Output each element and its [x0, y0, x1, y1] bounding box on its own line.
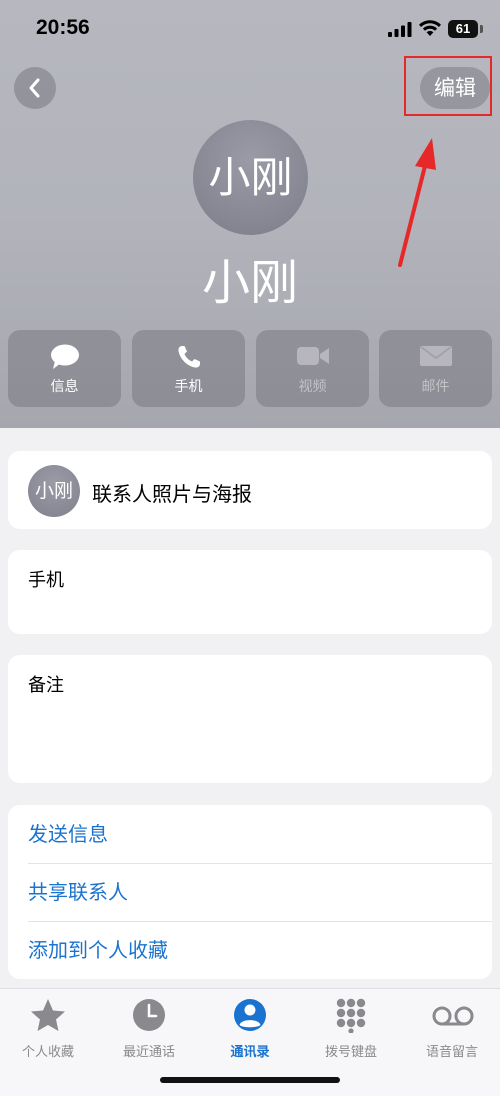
- tab-voicemail-label: 语音留言: [425, 1045, 478, 1060]
- poster-avatar: 小刚: [28, 465, 80, 517]
- contact-avatar: 小刚: [193, 120, 308, 235]
- contact-poster-card[interactable]: 小刚 联系人照片与海报: [8, 451, 492, 529]
- mail-action-button[interactable]: 邮件: [379, 330, 492, 407]
- mail-action-label: 邮件: [421, 379, 450, 395]
- keypad-icon: [336, 998, 366, 1034]
- contact-name: 小刚: [201, 255, 298, 311]
- status-bar: 20:56 61: [0, 0, 500, 60]
- status-time: 20:56: [36, 16, 90, 39]
- add-to-favorites-link[interactable]: 添加到个人收藏: [28, 921, 492, 979]
- video-action-label: 视频: [298, 379, 327, 395]
- phone-field-label: 手机: [28, 570, 64, 591]
- message-action-button[interactable]: 信息: [8, 330, 121, 407]
- star-icon: [31, 999, 65, 1031]
- tab-favorites[interactable]: 个人收藏: [0, 997, 98, 1060]
- tab-keypad[interactable]: 拨号键盘: [301, 997, 401, 1060]
- send-message-link[interactable]: 发送信息: [28, 805, 492, 863]
- envelope-icon: [419, 346, 452, 366]
- notes-field-label: 备注: [28, 675, 64, 696]
- highlight-box-annotation: [404, 56, 492, 116]
- tab-voicemail[interactable]: 语音留言: [402, 997, 500, 1060]
- clock-icon: [133, 999, 165, 1031]
- video-camera-icon: [296, 347, 329, 365]
- tab-contacts[interactable]: 通讯录: [200, 997, 300, 1060]
- actions-list-card: 发送信息 共享联系人 添加到个人收藏: [8, 805, 492, 979]
- cellular-signal-icon: [388, 22, 412, 37]
- battery-nub: [480, 25, 483, 33]
- message-action-label: 信息: [50, 379, 79, 395]
- tab-contacts-label: 通讯录: [230, 1045, 270, 1060]
- battery-indicator: 61: [448, 20, 478, 38]
- phone-action-button[interactable]: 手机: [132, 330, 245, 407]
- notes-field-card[interactable]: 备注: [8, 655, 492, 783]
- phone-action-label: 手机: [174, 379, 203, 395]
- tab-keypad-label: 拨号键盘: [324, 1045, 377, 1060]
- home-indicator[interactable]: [160, 1077, 340, 1083]
- quick-actions: 信息 手机 视频 邮件: [8, 330, 492, 407]
- tab-favorites-label: 个人收藏: [21, 1045, 74, 1060]
- person-circle-icon: [234, 999, 266, 1031]
- video-action-button[interactable]: 视频: [256, 330, 369, 407]
- tab-recents[interactable]: 最近通话: [99, 997, 199, 1060]
- back-button[interactable]: [14, 67, 56, 109]
- voicemail-icon: [432, 1006, 474, 1026]
- contact-poster-label: 联系人照片与海报: [92, 482, 252, 506]
- message-bubble-icon: [50, 344, 79, 369]
- phone-icon: [177, 346, 200, 368]
- chevron-left-icon: [29, 78, 40, 98]
- phone-field-card[interactable]: 手机: [8, 550, 492, 634]
- share-contact-link[interactable]: 共享联系人: [28, 863, 492, 921]
- wifi-icon: [419, 20, 441, 36]
- tab-recents-label: 最近通话: [122, 1045, 175, 1060]
